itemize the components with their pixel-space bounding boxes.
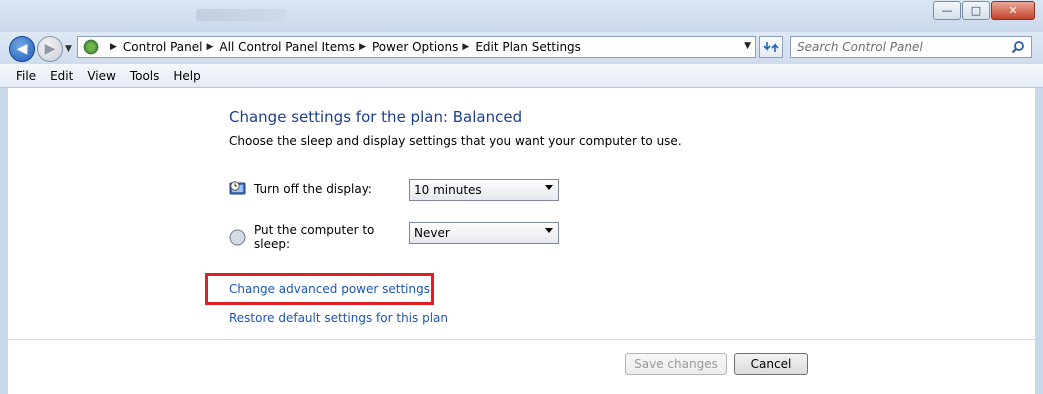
window-frame-right (1035, 88, 1043, 394)
save-changes-button[interactable]: Save changes (625, 353, 727, 375)
address-dropdown-icon[interactable]: ▼ (744, 41, 751, 51)
menu-file[interactable]: File (0, 69, 43, 83)
sleep-timeout-select[interactable]: Never (409, 222, 559, 244)
back-button[interactable]: ◀ (9, 36, 35, 62)
recent-pages-dropdown-icon[interactable]: ▼ (65, 44, 72, 54)
breadcrumb-all-items[interactable]: All Control Panel Items (219, 40, 355, 54)
advanced-power-settings-link[interactable]: Change advanced power settings (229, 282, 430, 296)
forward-button[interactable]: ▶ (37, 36, 63, 62)
maximize-button[interactable]: □ (962, 1, 990, 20)
sleep-moon-icon (229, 229, 246, 245)
divider (8, 339, 1035, 340)
sleep-timeout-label: Put the computer to sleep: (254, 223, 375, 251)
setting-row-display: Turn off the display: (229, 180, 408, 197)
main-content: Change settings for the plan: Balanced C… (8, 89, 1035, 394)
search-input[interactable] (791, 37, 1006, 57)
window-title-blurred (196, 9, 286, 21)
sleep-timeout-value: Never (414, 226, 450, 240)
display-timeout-label: Turn off the display: (254, 181, 372, 196)
display-timeout-value: 10 minutes (414, 183, 482, 197)
menu-help[interactable]: Help (166, 69, 207, 83)
page-title: Change settings for the plan: Balanced (229, 108, 523, 126)
window-frame-left (0, 88, 8, 394)
breadcrumb-separator-icon[interactable]: ▶ (359, 42, 366, 52)
control-panel-icon (82, 39, 100, 55)
search-icon[interactable] (1011, 40, 1025, 54)
address-bar[interactable]: ▶ Control Panel ▶ All Control Panel Item… (77, 36, 756, 58)
breadcrumb-control-panel[interactable]: Control Panel (123, 40, 203, 54)
breadcrumb-separator-icon[interactable]: ▶ (110, 42, 117, 52)
breadcrumb-edit-plan-settings[interactable]: Edit Plan Settings (475, 40, 581, 54)
menu-view[interactable]: View (80, 69, 122, 83)
page-description: Choose the sleep and display settings th… (229, 134, 682, 148)
breadcrumb-separator-icon[interactable]: ▶ (462, 42, 469, 52)
refresh-icon (763, 42, 779, 52)
refresh-button[interactable] (759, 36, 783, 58)
window-controls: — □ ✕ (933, 1, 1035, 20)
menu-edit[interactable]: Edit (43, 69, 80, 83)
menu-tools[interactable]: Tools (123, 69, 167, 83)
chevron-down-icon (545, 228, 553, 233)
close-button[interactable]: ✕ (991, 1, 1035, 20)
breadcrumb: ▶ Control Panel ▶ All Control Panel Item… (106, 40, 581, 54)
breadcrumb-power-options[interactable]: Power Options (372, 40, 458, 54)
window-titlebar: — □ ✕ (0, 0, 1043, 32)
menu-bar: File Edit View Tools Help (0, 64, 1043, 88)
cancel-button[interactable]: Cancel (734, 353, 808, 375)
display-clock-icon (229, 181, 246, 195)
restore-defaults-link[interactable]: Restore default settings for this plan (229, 311, 448, 325)
chevron-down-icon (545, 185, 553, 190)
setting-row-sleep: Put the computer to sleep: (229, 223, 408, 251)
search-box (790, 36, 1032, 58)
minimize-button[interactable]: — (933, 1, 961, 20)
breadcrumb-separator-icon[interactable]: ▶ (207, 42, 214, 52)
display-timeout-select[interactable]: 10 minutes (409, 179, 559, 201)
